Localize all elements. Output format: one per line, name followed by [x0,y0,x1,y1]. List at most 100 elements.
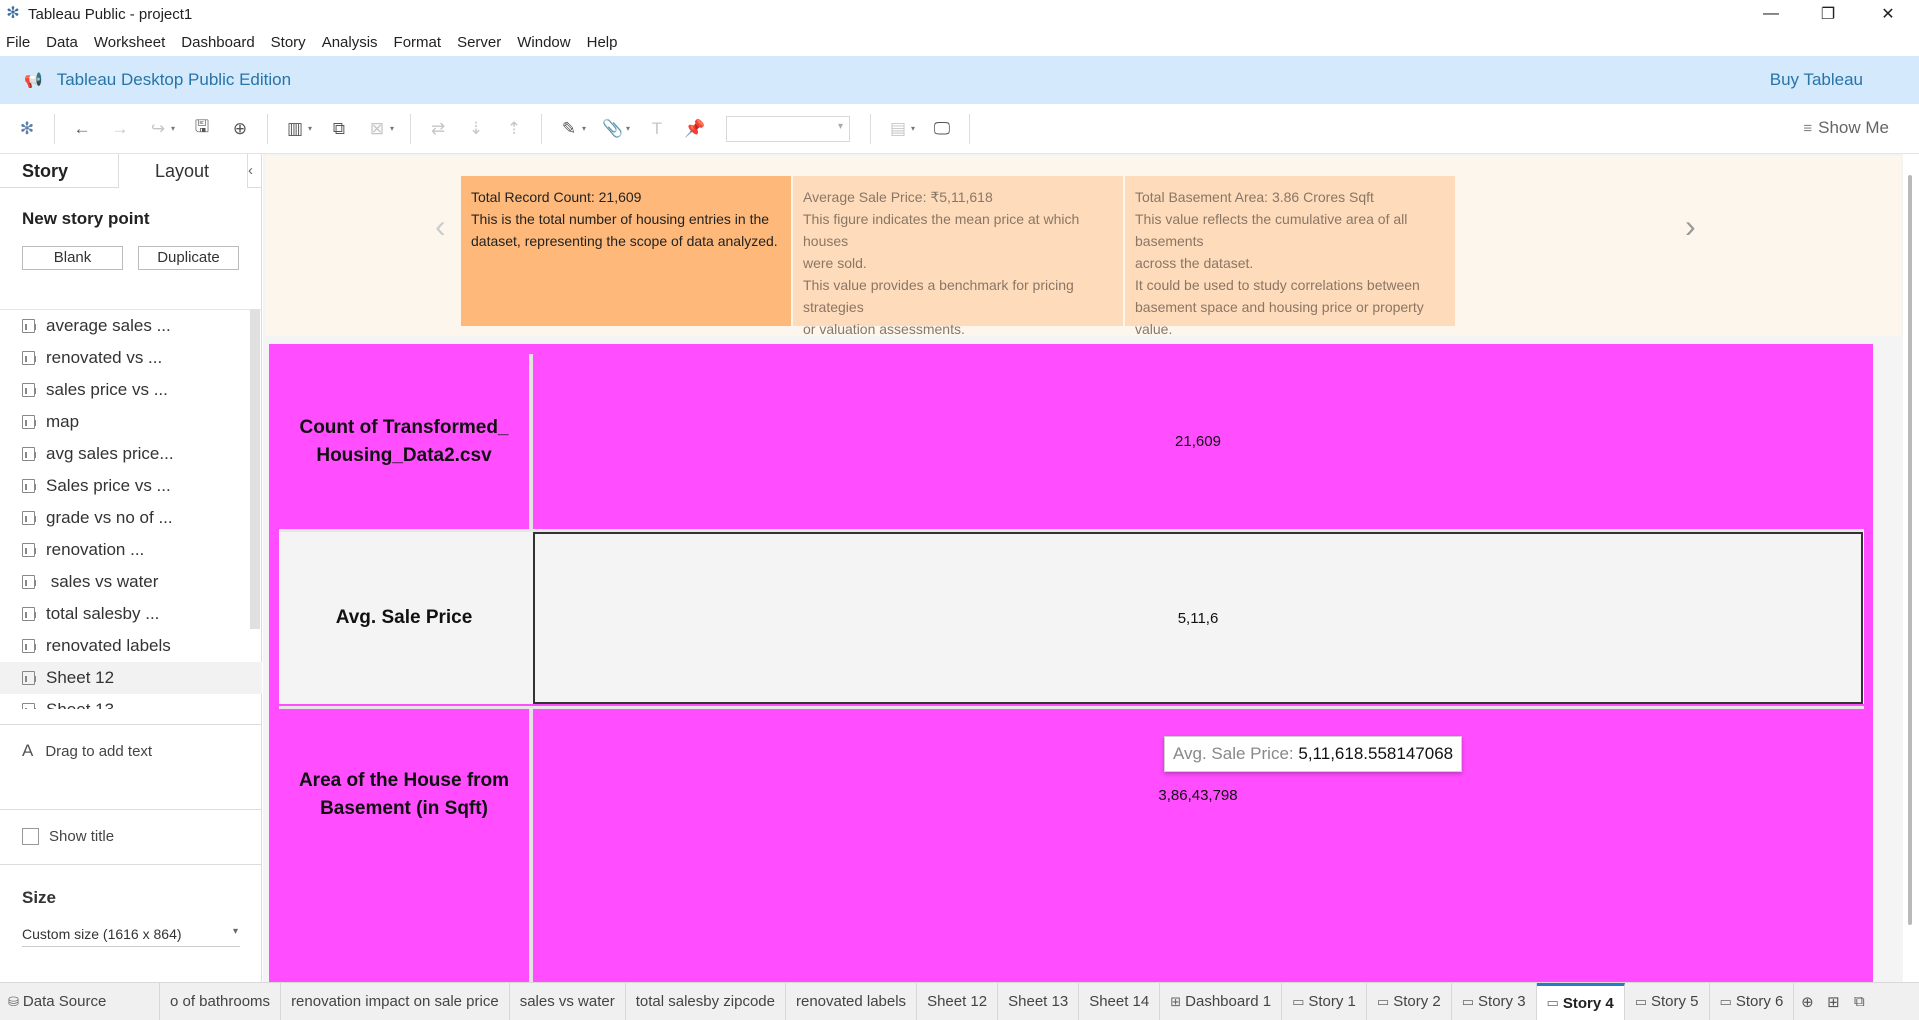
sheet-list-item[interactable]: grade vs no of ... [0,502,262,534]
story-point-1[interactable]: Total Record Count: 21,609 This is the t… [461,176,791,326]
collapse-sidebar-icon[interactable]: ‹ [248,154,261,187]
menu-data[interactable]: Data [46,34,78,51]
divider [0,724,262,725]
sheet-list-item[interactable]: average sales ... [0,310,262,342]
fit-select[interactable] [726,115,850,142]
story-tab[interactable]: ▭ Story 3 [1452,983,1537,1020]
sheet-list-scrollbar[interactable] [250,309,260,629]
sheet-tab[interactable]: renovated labels [786,983,918,1020]
kpi-value[interactable]: 3,86,43,798 [533,709,1863,881]
sheet-list-item[interactable]: sales price vs ... [0,374,262,406]
story-tab[interactable]: ▭ Story 6 [1710,983,1795,1020]
swap-rows-columns-icon[interactable]: ⇄ [425,116,451,142]
presentation-mode-icon[interactable]: 🖵 [929,116,955,142]
menu-analysis[interactable]: Analysis [322,34,378,51]
previous-point-icon[interactable]: ‹ [435,208,446,245]
sheet-list-item[interactable]: renovated labels [0,630,262,662]
show-cards-dropdown-icon[interactable]: ▾ [911,124,919,133]
sheet-list-item[interactable]: Sheet 13 [0,694,262,709]
sheet-list-item[interactable]: sales vs water [0,566,262,598]
sidebar-tabs: Story Layout ‹ [0,154,261,188]
fix-axes-icon[interactable]: 📌 [682,116,708,142]
menu-server[interactable]: Server [457,34,501,51]
show-me-button[interactable]: ≡ Show Me [1803,118,1889,138]
divider [0,809,262,810]
sheet-tab[interactable]: Sheet 14 [1079,983,1161,1020]
sheet-list-item[interactable]: avg sales price... [0,438,262,470]
story-tab-active[interactable]: ▭ Story 4 [1536,983,1625,1020]
undo-icon[interactable]: ← [69,116,95,142]
sheet-tab[interactable]: renovation impact on sale price [281,983,510,1020]
show-cards-icon[interactable]: ▤ [885,116,911,142]
kpi-row-count: Count of Transformed_ Housing_Data2.csv … [279,354,1864,529]
tab-data-source[interactable]: ⛁ Data Source [0,983,160,1020]
sheet-list-item[interactable]: Sales price vs ... [0,470,262,502]
show-mark-labels-icon[interactable]: T [644,116,670,142]
group-dropdown-icon[interactable]: ▾ [626,124,634,133]
sheet-list-item[interactable]: map [0,406,262,438]
sort-ascending-icon[interactable]: ⇣ [463,116,489,142]
story-tab[interactable]: ▭ Story 2 [1367,983,1452,1020]
sheet-list-item[interactable]: Sheet 12 [0,662,262,694]
sheet-tab[interactable]: sales vs water [510,983,626,1020]
replay-icon[interactable]: ↪ [145,116,171,142]
sort-descending-icon[interactable]: ⇡ [501,116,527,142]
worksheet-icon [22,671,36,685]
redo-icon[interactable]: → [107,116,133,142]
kpi-row-basement-area: Area of the House from Basement (in Sqft… [279,706,1864,985]
sheet-list-item[interactable]: renovated vs ... [0,342,262,374]
sheet-list-item[interactable]: renovation ... [0,534,262,566]
sheet-list-item[interactable]: total salesby ... [0,598,262,630]
next-point-icon[interactable]: › [1685,208,1696,245]
save-icon[interactable]: 🖫 [189,116,215,142]
highlight-dropdown-icon[interactable]: ▾ [582,124,590,133]
show-title-checkbox[interactable]: Show title [22,828,114,845]
sheet-tab[interactable]: o of bathrooms [160,983,282,1020]
buy-tableau-link[interactable]: Buy Tableau [1770,70,1863,90]
new-worksheet-dropdown-icon[interactable]: ▾ [308,124,316,133]
story-point-3[interactable]: Total Basement Area: 3.86 Crores Sqft Th… [1125,176,1455,337]
menu-file[interactable]: File [6,34,30,51]
close-icon[interactable]: ✕ [1860,0,1916,28]
tab-layout[interactable]: Layout [118,154,248,188]
new-worksheet-icon[interactable]: ⊕ [1794,983,1820,1020]
highlight-icon[interactable]: ✎ [556,116,582,142]
checkbox-box[interactable] [22,828,39,845]
story-icon: ▭ [1719,993,1732,1009]
canvas-scrollbar[interactable] [1908,175,1912,925]
clear-sheet-icon[interactable]: ⊠ [364,116,390,142]
menu-help[interactable]: Help [587,34,618,51]
group-members-icon[interactable]: 📎 [600,116,626,142]
dashboard-tab[interactable]: ⊞ Dashboard 1 [1160,983,1283,1020]
menu-story[interactable]: Story [271,34,306,51]
sheet-tab[interactable]: Sheet 12 [917,983,999,1020]
story-point-2[interactable]: Average Sale Price: ₹5,11,618 This figur… [793,176,1123,337]
story-tab[interactable]: ▭ Story 1 [1282,983,1367,1020]
new-worksheet-icon[interactable]: ▥ [282,116,308,142]
kpi-value[interactable]: 5,11,6 [533,532,1863,704]
replay-dropdown-icon[interactable]: ▾ [171,124,179,133]
worksheet-icon [22,703,36,709]
restore-icon[interactable]: ❐ [1800,0,1856,28]
new-dashboard-icon[interactable]: ⊞ [1820,983,1846,1020]
story-tab[interactable]: ▭ Story 5 [1625,983,1710,1020]
sheet-tab[interactable]: Sheet 13 [998,983,1080,1020]
story-icon: ▭ [1292,993,1305,1009]
kpi-value[interactable]: 21,609 [533,354,1863,529]
new-data-source-icon[interactable]: ⊕ [227,116,253,142]
minimize-icon[interactable]: — [1743,0,1799,28]
menu-format[interactable]: Format [394,34,442,51]
clear-sheet-dropdown-icon[interactable]: ▾ [390,124,398,133]
blank-button[interactable]: Blank [22,246,123,270]
menu-window[interactable]: Window [517,34,570,51]
sheet-tab[interactable]: total salesby zipcode [626,983,786,1020]
tableau-home-icon[interactable]: ✻ [14,116,40,142]
new-story-icon[interactable]: ⧉ [1846,983,1872,1020]
tab-story[interactable]: Story [0,154,118,188]
menu-dashboard[interactable]: Dashboard [181,34,254,51]
menu-worksheet[interactable]: Worksheet [94,34,165,51]
duplicate-button[interactable]: Duplicate [138,246,239,270]
drag-to-add-text[interactable]: A Drag to add text [22,741,152,761]
size-select[interactable]: Custom size (1616 x 864) [22,926,240,947]
duplicate-sheet-icon[interactable]: ⧉ [326,116,352,142]
